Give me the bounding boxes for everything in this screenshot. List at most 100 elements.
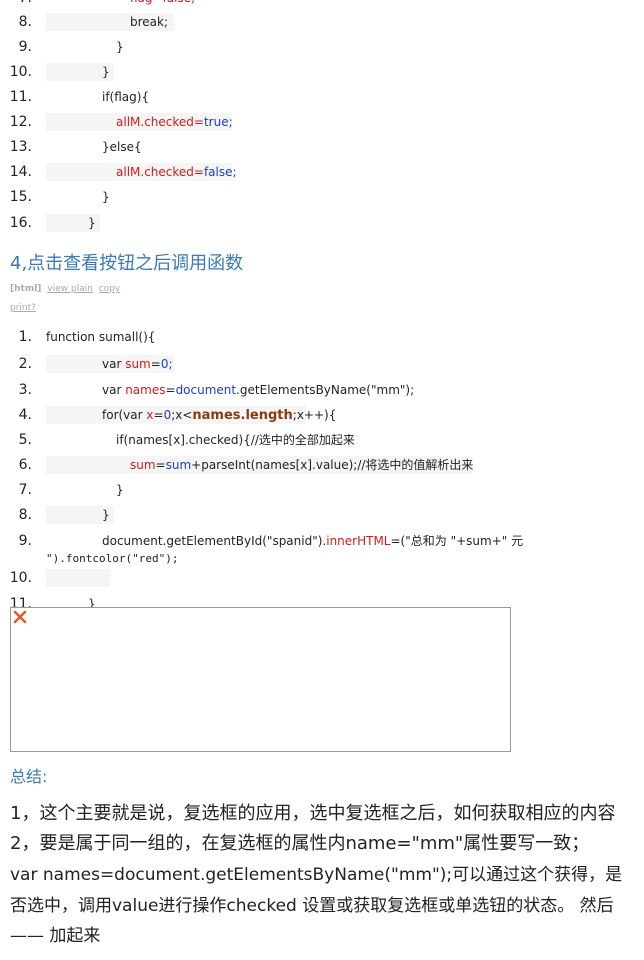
code-text: flag=false;	[130, 0, 195, 8]
code-text: sum=sum+parseInt(names[x].value);//将选中的值…	[130, 455, 473, 475]
line-number: 1.	[18, 329, 32, 345]
code-text: }	[102, 505, 110, 525]
line-number: 3.	[18, 382, 32, 398]
code-block-2-line: 3. var names=document.getElementsByName("…	[0, 380, 520, 405]
summary-paragraph-3a: var names=document.getElementsByName("mm…	[10, 865, 623, 885]
code-token: =("总和为 "+sum+" 元	[390, 534, 524, 548]
code-token: sum	[125, 357, 151, 371]
summary-paragraph-3b: 否选中，调用value进行操作checked 设置或获取复选框或单选钮的状态。 …	[10, 896, 614, 916]
section-heading: 4,点击查看按钮之后调用函数	[10, 253, 244, 274]
code-token: innerHTML	[326, 534, 391, 548]
code-block-1-line: 10.}	[0, 62, 520, 87]
line-number: 6.	[18, 457, 32, 473]
code-token: var	[102, 383, 126, 397]
code-text: for(var x=0;x<names.length;x++){	[102, 405, 336, 426]
code-token: if(flag){	[102, 90, 150, 104]
code-text: ").fontcolor("red");	[46, 548, 178, 569]
broken-image-placeholder	[10, 607, 511, 752]
code-token: +parseInt(names[x].value);//将选中的值解析出来	[191, 458, 474, 472]
code-block-1-line: 13. }else{	[0, 137, 520, 162]
code-text: if(flag){	[102, 87, 149, 107]
code-token: }	[102, 190, 110, 204]
line-number: 4.	[18, 407, 32, 423]
summary-paragraph-1: 1，这个主要就是说，复选框的应用，选中复选框之后，如何获取相应的内容	[10, 803, 616, 824]
code-text: }	[102, 187, 110, 207]
code-token: false;	[203, 165, 237, 179]
code-token: x	[146, 408, 154, 422]
code-token: for(var	[102, 408, 147, 422]
line-number: 13.	[9, 139, 32, 155]
code-token: ;x++){	[292, 408, 337, 422]
copy-link[interactable]: copy	[99, 284, 121, 294]
code-token: =	[153, 408, 164, 422]
summary-paragraph-3c: —— 加起来	[10, 926, 101, 946]
code-token: sum	[130, 458, 156, 472]
code-token: allM.checked=	[116, 115, 204, 129]
print-link[interactable]: print?	[10, 303, 36, 313]
code-text: break;	[130, 12, 168, 32]
line-highlight	[46, 569, 110, 587]
code-block-2-line: 10.	[0, 568, 520, 593]
code-block-1-line: 12. allM.checked=true;	[0, 112, 520, 137]
code-token: }	[116, 483, 124, 497]
code-block-1-line: 16.}	[0, 213, 520, 238]
code-token: names.length	[192, 408, 293, 423]
line-number: 14.	[9, 164, 32, 180]
line-number: 8.	[18, 14, 32, 30]
code-block-2-line: 8.}	[0, 505, 520, 530]
code-token: document.getElementById("spanid").	[102, 534, 327, 548]
view-plain-link[interactable]: view plain	[47, 284, 93, 294]
code-text: }	[102, 62, 110, 82]
code-token: var	[102, 357, 126, 371]
line-number: 11.	[9, 89, 32, 105]
code-text: var sum=0;	[102, 354, 173, 374]
code-token: }	[102, 508, 110, 522]
line-number: 9.	[18, 39, 32, 55]
code-token: function sumall(){	[46, 330, 156, 344]
code-text: allM.checked=true;	[116, 112, 233, 132]
code-block-1-line: 9.}	[0, 37, 520, 62]
summary-paragraph-2: 2，要是属于同一组的，在复选框的属性内name="mm"属性要写一致；	[10, 833, 590, 854]
code-toolbar: [html] view plain copy	[10, 284, 123, 294]
code-token: document	[175, 383, 237, 397]
code-token: .getElementsByName("mm");	[236, 383, 415, 397]
html-tag-label: [html]	[10, 284, 42, 294]
code-token: }	[102, 65, 110, 79]
line-number: 5.	[18, 432, 32, 448]
line-number: 7.	[0, 0, 32, 8]
line-number: 15.	[9, 189, 32, 205]
code-text: var names=document.getElementsByName("mm…	[102, 380, 414, 400]
code-block-1-line: 15.}	[0, 187, 520, 212]
code-token: true;	[203, 115, 233, 129]
code-token: =	[165, 383, 176, 397]
code-token: sum	[165, 458, 192, 472]
code-token: break;	[130, 15, 169, 29]
broken-image-icon	[13, 610, 27, 624]
code-token: =	[150, 357, 161, 371]
line-number: 8.	[18, 507, 32, 523]
code-text: allM.checked=false;	[116, 162, 237, 182]
line-number: 2.	[18, 356, 32, 372]
code-block-2-line: 1. function sumall(){	[0, 327, 520, 352]
code-text: }else{	[102, 137, 142, 157]
code-block-1-line: 8. break;	[0, 12, 520, 37]
code-token: 0;	[160, 357, 173, 371]
code-block-1-line: 14. allM.checked=false;	[0, 162, 520, 187]
code-block-2-line: 2. var sum=0;	[0, 354, 520, 379]
code-text: if(names[x].checked){//选中的全部加起来	[116, 430, 355, 450]
code-block-2-line: 5. if(names[x].checked){//选中的全部加起来	[0, 430, 520, 455]
code-token: allM.checked=	[116, 165, 204, 179]
code-text: }	[116, 37, 124, 57]
code-token: =	[155, 458, 166, 472]
code-token: flag=false;	[130, 0, 195, 5]
line-number: 16.	[9, 215, 32, 231]
code-block-1-line: 11. if(flag){	[0, 87, 520, 112]
code-token: }	[88, 216, 96, 230]
code-token: }else{	[102, 140, 142, 154]
code-token: }	[116, 40, 124, 54]
code-block-2-line: 7.}	[0, 480, 520, 505]
code-token: names	[125, 383, 166, 397]
line-number: 10.	[9, 570, 32, 586]
code-token: ").fontcolor("red");	[46, 552, 179, 565]
code-token: ;x<	[171, 408, 193, 422]
